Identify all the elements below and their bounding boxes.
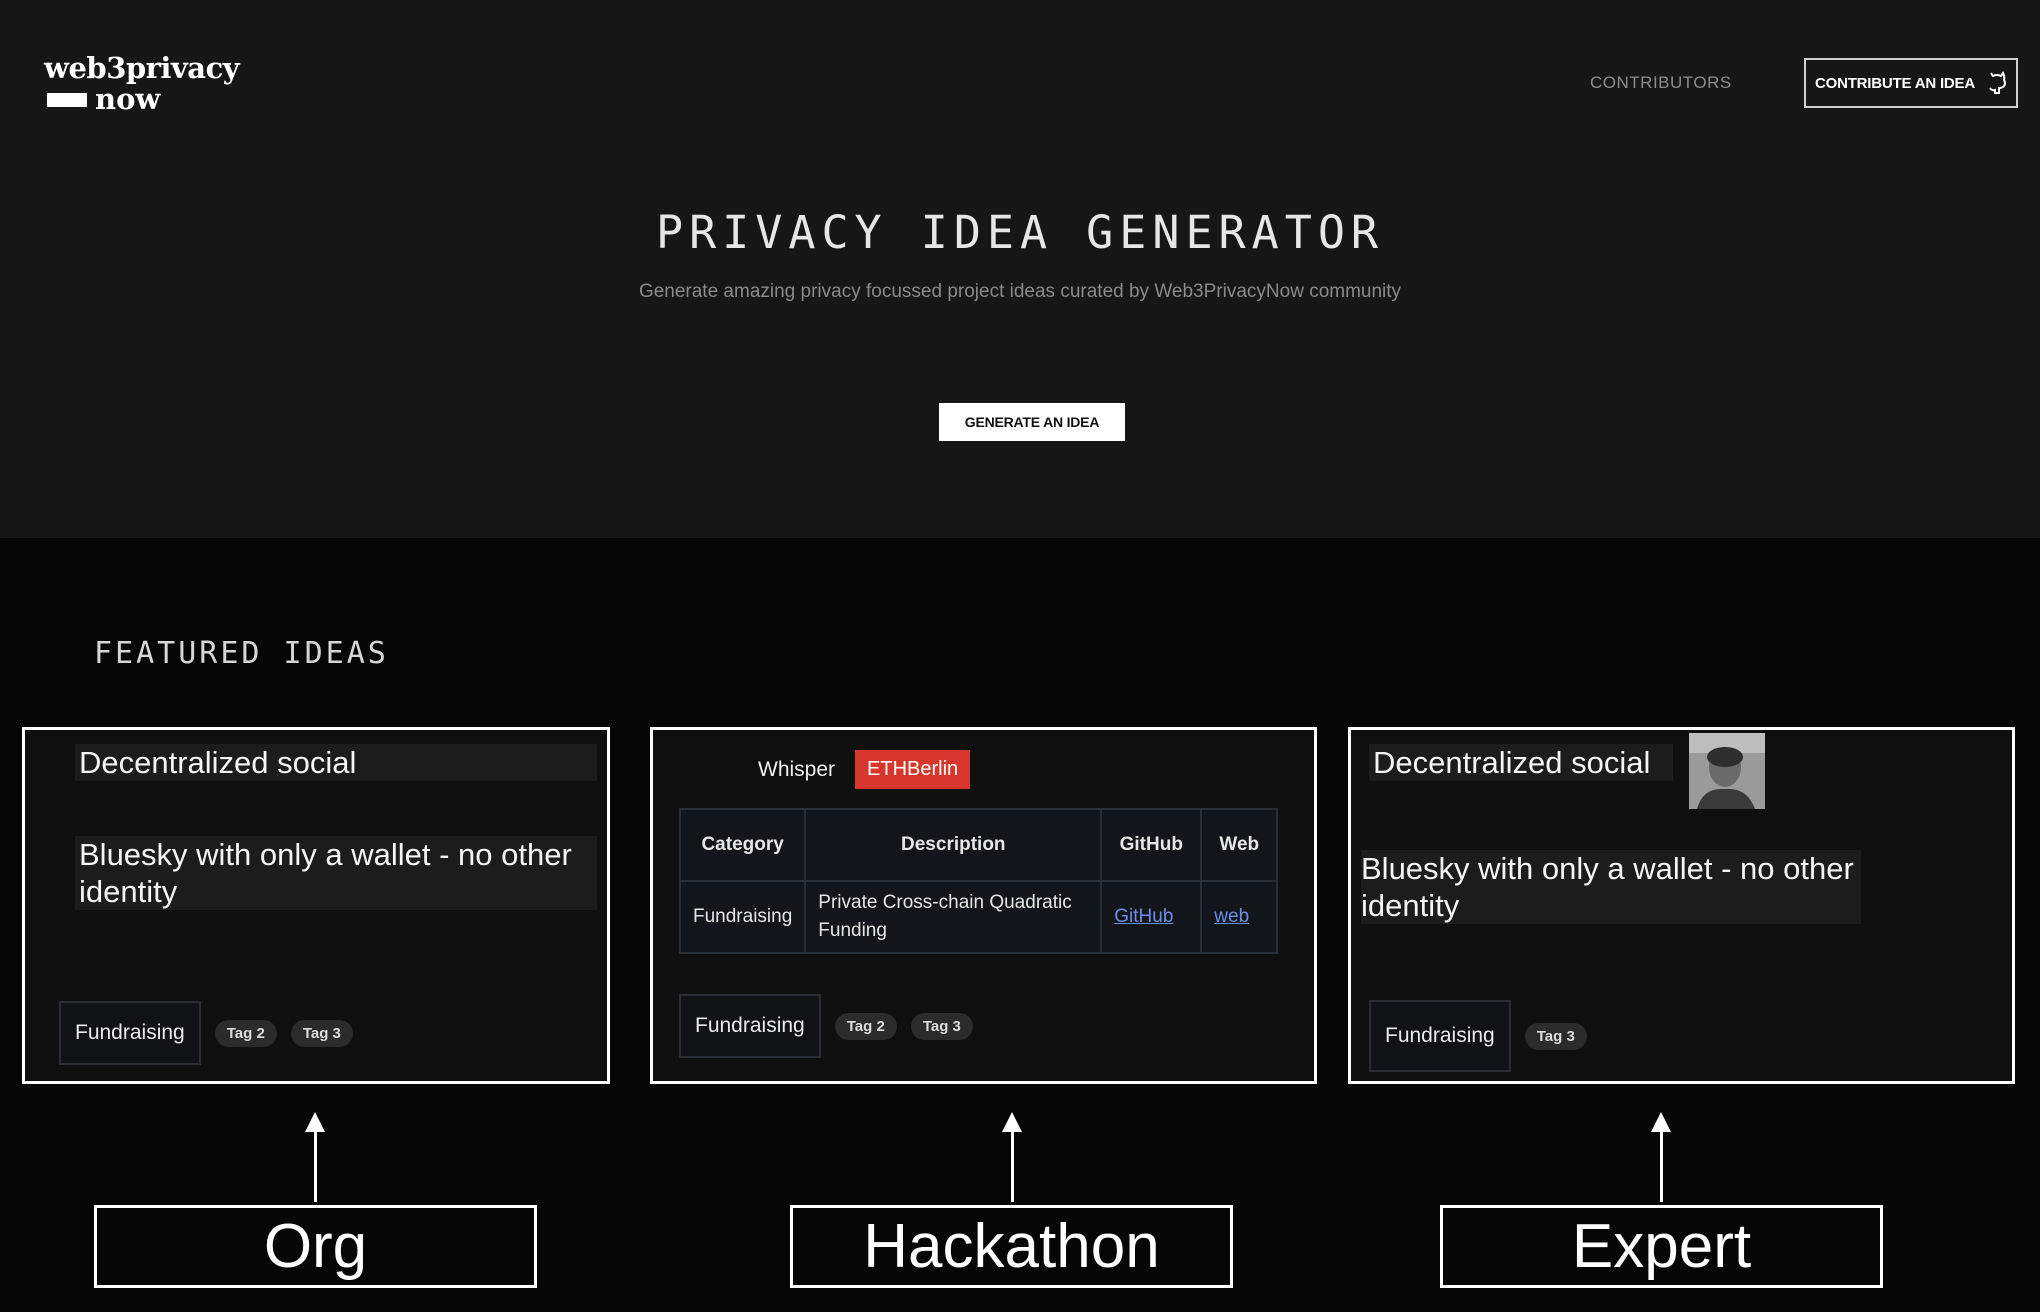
tag-pill[interactable]: Tag 3 bbox=[290, 1019, 353, 1047]
site-logo[interactable]: web3privacy now bbox=[44, 51, 240, 116]
category-tag[interactable]: Fundraising bbox=[1369, 1000, 1511, 1072]
table-header: GitHub bbox=[1100, 808, 1203, 882]
logo-line2: now bbox=[95, 82, 161, 116]
page-title: PRIVACY IDEA GENERATOR bbox=[655, 206, 1385, 259]
card-body: Bluesky with only a wallet - no other id… bbox=[1361, 850, 1861, 924]
table-header: Category bbox=[678, 808, 807, 882]
category-tag[interactable]: Fundraising bbox=[59, 1001, 201, 1065]
logo-bar bbox=[47, 92, 87, 107]
github-icon bbox=[1989, 71, 2006, 94]
tag-pill[interactable]: Tag 3 bbox=[910, 1012, 973, 1040]
arrow-up-icon bbox=[1002, 1112, 1022, 1202]
idea-card-org[interactable]: Decentralized social Bluesky with only a… bbox=[22, 727, 610, 1084]
contribute-idea-label: CONTRIBUTE AN IDEA bbox=[1814, 74, 1975, 92]
tag-pill[interactable]: Tag 2 bbox=[834, 1012, 897, 1040]
card-body: Bluesky with only a wallet - no other id… bbox=[75, 836, 597, 910]
card-heading: Decentralized social bbox=[75, 744, 597, 781]
category-tag[interactable]: Fundraising bbox=[679, 994, 821, 1058]
annotation-label-org: Org bbox=[94, 1205, 537, 1288]
web-link[interactable]: web bbox=[1214, 906, 1249, 927]
avatar bbox=[1689, 733, 1765, 809]
idea-card-expert[interactable]: Decentralized social Bluesky with only a… bbox=[1348, 727, 2015, 1084]
annotation-label-expert: Expert bbox=[1440, 1205, 1883, 1288]
featured-ideas-title: FEATURED IDEAS bbox=[94, 636, 389, 671]
tag-pill[interactable]: Tag 2 bbox=[214, 1019, 277, 1047]
annotation-label-hackathon: Hackathon bbox=[790, 1205, 1233, 1288]
idea-card-hackathon[interactable]: Whisper ETHBerlin Category Description G… bbox=[650, 727, 1317, 1084]
table-cell-description: Private Cross-chain Quadratic Funding bbox=[804, 880, 1103, 954]
page-subtitle: Generate amazing privacy focussed projec… bbox=[638, 281, 1402, 302]
expert-photo bbox=[1689, 733, 1765, 809]
arrow-up-icon bbox=[1651, 1112, 1671, 1202]
nav-contributors-link[interactable]: CONTRIBUTORS bbox=[1590, 73, 1732, 93]
table-header: Description bbox=[804, 808, 1103, 882]
idea-info-table: Category Description GitHub Web Fundrais… bbox=[678, 808, 1279, 954]
contribute-idea-button[interactable]: CONTRIBUTE AN IDEA bbox=[1804, 58, 2018, 108]
arrow-up-icon bbox=[305, 1112, 325, 1202]
hackathon-badge: ETHBerlin bbox=[855, 750, 971, 789]
card-heading: Decentralized social bbox=[1369, 744, 1673, 781]
tag-pill[interactable]: Tag 3 bbox=[1524, 1022, 1587, 1050]
topic-name: Whisper bbox=[758, 757, 836, 781]
logo-line1: web3privacy bbox=[44, 51, 240, 85]
hero-section: web3privacy now CONTRIBUTORS CONTRIBUTE … bbox=[0, 0, 2040, 538]
table-row: Fundraising Private Cross-chain Quadrati… bbox=[678, 880, 1279, 954]
table-header: Web bbox=[1200, 808, 1279, 882]
github-link[interactable]: GitHub bbox=[1114, 906, 1173, 927]
generate-idea-button[interactable]: GENERATE AN IDEA bbox=[939, 403, 1125, 441]
table-cell-category: Fundraising bbox=[678, 880, 807, 954]
